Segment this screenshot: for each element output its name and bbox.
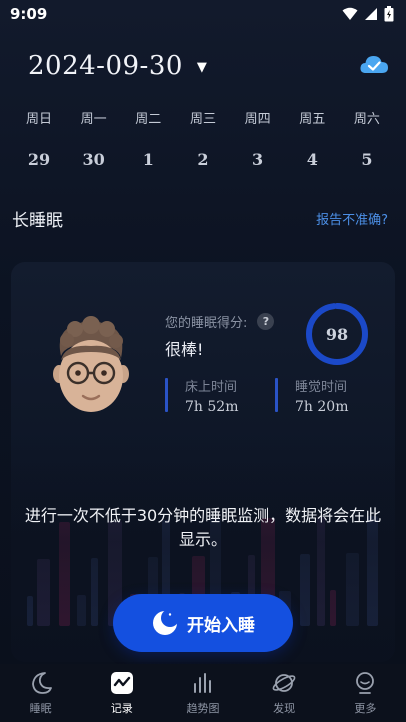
tab-record[interactable]: 记录 xyxy=(87,670,157,716)
moon-icon xyxy=(153,609,179,635)
avatar xyxy=(53,316,129,412)
bar-chart-icon xyxy=(193,673,211,693)
status-bar: 9:09 xyxy=(0,0,406,28)
bed-time-metric: 床上时间 7h 52m xyxy=(165,376,239,415)
signal-icon xyxy=(365,8,377,20)
sleep-time-label: 睡觉时间 xyxy=(295,380,348,395)
day-cell[interactable]: 2 xyxy=(176,150,230,169)
tab-label: 记录 xyxy=(110,702,133,715)
weekday-label: 周六 xyxy=(353,112,380,127)
date-row: 29 30 1 2 3 4 5 xyxy=(12,150,394,169)
weekday-label: 周日 xyxy=(25,112,52,127)
bed-time-label: 床上时间 xyxy=(185,380,238,395)
weekday-label: 周三 xyxy=(189,112,216,127)
tab-label: 睡眠 xyxy=(29,702,52,715)
score-value: 98 xyxy=(325,324,349,344)
date-picker[interactable]: 2024-09-30 ▼ xyxy=(28,48,207,84)
help-icon[interactable]: ? xyxy=(257,313,275,330)
battery-icon xyxy=(384,6,394,22)
section-title: 长睡眠 xyxy=(12,211,63,231)
day-cell[interactable]: 1 xyxy=(121,150,175,169)
wifi-icon xyxy=(342,7,358,20)
cloud-sync-icon[interactable] xyxy=(359,53,389,75)
date-text: 2024-09-30 xyxy=(28,51,183,81)
tab-discover[interactable]: 发现 xyxy=(249,670,319,716)
tab-trends[interactable]: 趋势图 xyxy=(168,670,238,716)
report-inaccurate-link[interactable]: 报告不准确? xyxy=(316,209,388,228)
tab-label: 趋势图 xyxy=(186,702,220,715)
day-cell[interactable]: 3 xyxy=(231,150,285,169)
status-icons xyxy=(342,6,394,22)
bottom-tab-bar: 睡眠 记录 趋势图 发现 更多 xyxy=(0,664,406,722)
start-sleep-label: 开始入睡 xyxy=(187,615,255,636)
weekday-label: 周四 xyxy=(244,112,271,127)
status-time: 9:09 xyxy=(10,5,48,23)
sleep-time-metric: 睡觉时间 7h 20m xyxy=(275,376,349,415)
caret-down-icon: ▼ xyxy=(196,59,207,75)
tab-label: 发现 xyxy=(273,702,296,715)
tab-more[interactable]: 更多 xyxy=(330,670,400,716)
more-icon xyxy=(356,672,375,694)
score-label-row: 您的睡眠得分: ? xyxy=(165,312,275,331)
tab-label: 更多 xyxy=(354,702,377,715)
start-sleep-button[interactable]: 开始入睡 xyxy=(113,594,293,652)
sleep-time-value: 7h 20m xyxy=(295,399,349,415)
day-cell[interactable]: 29 xyxy=(12,150,66,169)
section-header: 长睡眠 报告不准确? xyxy=(12,206,388,231)
weekday-label: 周二 xyxy=(135,112,162,127)
record-icon xyxy=(110,672,133,694)
day-cell[interactable]: 5 xyxy=(340,150,394,169)
planet-icon xyxy=(272,674,296,692)
score-rating: 很棒! xyxy=(165,340,204,359)
tab-sleep[interactable]: 睡眠 xyxy=(6,670,76,716)
score-label: 您的睡眠得分: xyxy=(165,316,248,331)
day-cell[interactable]: 30 xyxy=(67,150,121,169)
bed-time-value: 7h 52m xyxy=(185,399,239,415)
weekday-label: 周一 xyxy=(80,112,107,127)
day-cell[interactable]: 4 xyxy=(285,150,339,169)
weekday-row: 周日 周一 周二 周三 周四 周五 周六 xyxy=(12,108,394,127)
moon-icon xyxy=(31,672,52,694)
empty-state-notice: 进行一次不低于30分钟的睡眠监测，数据将会在此显示。 xyxy=(24,506,382,549)
weekday-label: 周五 xyxy=(299,112,326,127)
